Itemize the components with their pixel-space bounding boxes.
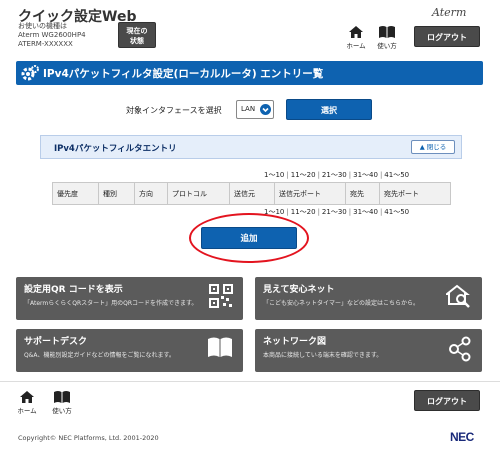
- pager-link[interactable]: 41～50: [382, 171, 411, 179]
- table-header-row: 優先度 種別 方向 プロトコル 送信元 送信元ポート 宛先 宛先ポート: [52, 182, 451, 205]
- card-title: 設定用QR コードを表示: [24, 285, 123, 295]
- collapse-button[interactable]: ▲ 閉じる: [411, 140, 455, 154]
- pager-bottom: 1～10 | 11～20 | 21～30 | 31～40 | 41～50: [264, 208, 411, 216]
- copyright-text: Copyright© NEC Platforms, Ltd. 2001-2020: [18, 434, 159, 442]
- card-description: Q&A、機能別設定ガイドなどの情報をご覧になれます。: [24, 352, 175, 359]
- home-icon: [20, 391, 34, 403]
- chevron-down-icon: [260, 104, 271, 115]
- footer-help-button[interactable]: 使い方: [50, 390, 74, 415]
- entry-panel-header: IPv4パケットフィルタエントリ ▲ 閉じる: [40, 135, 462, 159]
- card-network-map[interactable]: ネットワーク図 本商品に接続している端末を確認できます。: [255, 329, 482, 372]
- book-icon: [54, 391, 70, 403]
- card-description: 「AtermらくらくQRスタート」用のQRコードを作成できます。: [24, 300, 198, 307]
- home-button[interactable]: ホーム: [345, 25, 367, 50]
- column-header: 送信元: [229, 182, 275, 205]
- card-qr-code[interactable]: 設定用QR コードを表示 「AtermらくらくQRスタート」用のQRコードを作成…: [16, 277, 243, 320]
- help-label: 使い方: [377, 42, 397, 50]
- pager-link[interactable]: 21～30: [320, 208, 349, 216]
- card-title: 見えて安心ネット: [263, 285, 335, 295]
- pager-top: 1～10 | 11～20 | 21～30 | 31～40 | 41～50: [262, 171, 411, 179]
- footer-logout-button[interactable]: ログアウト: [414, 390, 480, 411]
- home-icon: [349, 26, 363, 38]
- card-description: 本商品に接続している端末を確認できます。: [263, 352, 383, 359]
- nec-logo: NEC: [450, 430, 474, 444]
- help-button[interactable]: 使い方: [375, 25, 399, 50]
- home-search-icon: [446, 284, 470, 308]
- card-title: サポートデスク: [24, 337, 88, 347]
- column-header: 宛先ポート: [379, 182, 451, 205]
- status-button-label: 現在の 状態: [126, 27, 148, 45]
- current-status-button[interactable]: 現在の 状態: [118, 22, 156, 48]
- add-button[interactable]: 追加: [201, 227, 297, 249]
- pager-link[interactable]: 31～40: [351, 208, 380, 216]
- footer-home-label: ホーム: [17, 407, 37, 415]
- pager-link[interactable]: 1～10: [262, 171, 286, 179]
- footer-divider: [0, 381, 500, 382]
- entry-table: 優先度 種別 方向 プロトコル 送信元 送信元ポート 宛先 宛先ポート: [52, 182, 451, 205]
- interface-select-value: LAN: [241, 105, 256, 113]
- column-header: 送信元ポート: [274, 182, 346, 205]
- qr-code-icon: [209, 284, 233, 308]
- select-button[interactable]: 選択: [286, 99, 372, 120]
- card-support-desk[interactable]: サポートデスク Q&A、機能別設定ガイドなどの情報をご覧になれます。: [16, 329, 243, 372]
- interface-select-label: 対象インタフェースを選択: [126, 106, 222, 115]
- collapse-label: 閉じる: [426, 143, 447, 151]
- pager-link[interactable]: 11～20: [289, 171, 318, 179]
- card-description: 「こども安心ネットタイマー」などの設定はこちらから。: [263, 300, 420, 307]
- column-header: プロトコル: [167, 182, 230, 205]
- pager-link[interactable]: 31～40: [351, 171, 380, 179]
- gear-icon: [21, 65, 39, 81]
- book-icon: [379, 26, 395, 38]
- column-header: 優先度: [52, 182, 99, 205]
- network-icon: [449, 336, 471, 362]
- aterm-logo: Aterm: [432, 6, 467, 19]
- device-id: ATERM-XXXXXX: [18, 40, 73, 48]
- pager-link[interactable]: 41～50: [382, 208, 411, 216]
- logout-button[interactable]: ログアウト: [414, 26, 480, 47]
- card-title: ネットワーク図: [263, 337, 327, 347]
- interface-select[interactable]: LAN: [236, 100, 274, 119]
- home-label: ホーム: [346, 42, 366, 50]
- column-header: 宛先: [345, 182, 380, 205]
- page-title: IPv4パケットフィルタ設定(ローカルルータ) エントリー覧: [43, 68, 324, 80]
- footer-home-button[interactable]: ホーム: [16, 390, 38, 415]
- pager-link[interactable]: 21～30: [320, 171, 349, 179]
- page-title-bar: IPv4パケットフィルタ設定(ローカルルータ) エントリー覧: [16, 61, 483, 85]
- device-label: お使いの機種は: [18, 22, 67, 30]
- footer-help-label: 使い方: [52, 407, 72, 415]
- device-model: Aterm WG2600HP4: [18, 31, 86, 39]
- pager-link[interactable]: 11～20: [289, 208, 318, 216]
- column-header: 方向: [134, 182, 168, 205]
- card-mieru-anshin-net[interactable]: 見えて安心ネット 「こども安心ネットタイマー」などの設定はこちらから。: [255, 277, 482, 320]
- entry-panel-heading: IPv4パケットフィルタエントリ: [54, 144, 177, 154]
- book-icon: [208, 337, 232, 357]
- chevron-up-icon: ▲: [419, 143, 425, 151]
- column-header: 種別: [98, 182, 135, 205]
